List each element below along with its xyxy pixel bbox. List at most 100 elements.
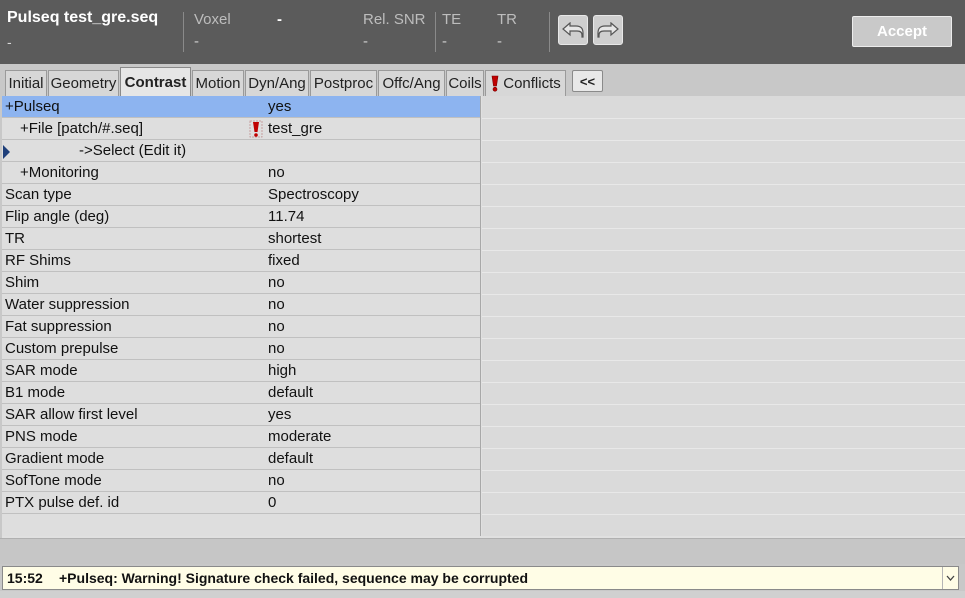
grid-line — [482, 338, 965, 339]
param-value[interactable]: shortest — [268, 230, 321, 247]
grid-line — [482, 118, 965, 119]
grid-line — [482, 184, 965, 185]
param-row-flip-angle[interactable]: Flip angle (deg) 11.74 — [2, 206, 480, 228]
te-label: TE — [442, 11, 462, 28]
param-value[interactable]: no — [268, 472, 285, 489]
voxel-label: Voxel — [194, 11, 231, 28]
param-value[interactable]: no — [268, 340, 285, 357]
param-label: TR — [5, 230, 25, 247]
redo-arrow-icon — [597, 22, 619, 38]
param-value[interactable]: no — [268, 164, 285, 181]
param-row-pulseq[interactable]: +Pulseq yes — [2, 96, 480, 118]
grid-line — [482, 272, 965, 273]
param-value[interactable]: no — [268, 318, 285, 335]
param-row-custom-prepulse[interactable]: Custom prepulse no — [2, 338, 480, 360]
param-value[interactable]: yes — [268, 98, 291, 115]
param-value[interactable]: 11.74 — [268, 208, 304, 225]
grid-line — [482, 250, 965, 251]
param-value[interactable]: default — [268, 384, 313, 401]
tab-contrast[interactable]: Contrast — [120, 67, 191, 96]
param-label: Water suppression — [5, 296, 130, 313]
grid-line — [482, 162, 965, 163]
param-value[interactable]: yes — [268, 406, 291, 423]
param-value[interactable]: 0 — [268, 494, 276, 511]
tab-label: Contrast — [124, 73, 187, 91]
undo-button[interactable] — [558, 15, 588, 45]
param-row-scan-type[interactable]: Scan type Spectroscopy — [2, 184, 480, 206]
tab-label: Dyn/Ang — [248, 75, 306, 92]
te-sub: - — [442, 33, 447, 50]
tr-sub: - — [497, 33, 502, 50]
param-label: PNS mode — [5, 428, 78, 445]
tab-label: Initial — [8, 75, 44, 92]
grid-line — [482, 470, 965, 471]
header-bar: Pulseq test_gre.seq - Voxel - - Rel. SNR… — [0, 0, 965, 64]
param-row-monitoring[interactable]: +Monitoring no — [2, 162, 480, 184]
parameter-list: +Pulseq yes +File [patch/#.seq] test_gre… — [2, 96, 481, 536]
param-row-ptx-pulse-def-id[interactable]: PTX pulse def. id 0 — [2, 492, 480, 514]
param-row-sar-allow-first-level[interactable]: SAR allow first level yes — [2, 404, 480, 426]
status-time: 15:52 — [7, 570, 43, 586]
voxel-value: - — [277, 11, 282, 28]
param-value[interactable]: test_gre — [268, 120, 322, 137]
tab-label: Postproc — [313, 75, 374, 92]
voxel-sub: - — [194, 33, 199, 50]
window-bottom-edge — [0, 591, 965, 598]
tab-initial[interactable]: Initial — [5, 70, 47, 96]
tab-offc-ang[interactable]: Offc/Ang — [378, 70, 445, 96]
tab-postproc[interactable]: Postproc — [310, 70, 377, 96]
warning-icon — [491, 75, 499, 92]
param-row-file[interactable]: +File [patch/#.seq] test_gre — [2, 118, 480, 140]
param-label: SAR allow first level — [5, 406, 138, 423]
exam-card-window: Pulseq test_gre.seq - Voxel - - Rel. SNR… — [0, 0, 965, 598]
tab-coils[interactable]: Coils — [446, 70, 484, 96]
header-divider — [183, 12, 184, 52]
warning-icon — [249, 120, 263, 138]
param-row-softone-mode[interactable]: SofTone mode no — [2, 470, 480, 492]
param-label: +Pulseq — [5, 98, 60, 115]
grid-line — [482, 316, 965, 317]
param-row-b1-mode[interactable]: B1 mode default — [2, 382, 480, 404]
grid-line — [482, 382, 965, 383]
param-value[interactable]: fixed — [268, 252, 300, 269]
param-row-tr[interactable]: TR shortest — [2, 228, 480, 250]
param-row-water-suppression[interactable]: Water suppression no — [2, 294, 480, 316]
collapse-panel-button[interactable]: << — [572, 70, 603, 92]
tab-dyn-ang[interactable]: Dyn/Ang — [245, 70, 309, 96]
tab-label: Offc/Ang — [382, 75, 441, 92]
tab-conflicts[interactable]: Conflicts — [485, 70, 566, 96]
param-label: +Monitoring — [20, 164, 99, 181]
tab-label: Geometry — [50, 75, 117, 92]
param-label: Scan type — [5, 186, 72, 203]
param-row-select[interactable]: ->Select (Edit it) — [2, 140, 480, 162]
snr-sub: - — [363, 33, 368, 50]
param-row-pns-mode[interactable]: PNS mode moderate — [2, 426, 480, 448]
param-label: Shim — [5, 274, 40, 291]
grid-line — [482, 448, 965, 449]
grid-line — [482, 404, 965, 405]
param-value[interactable]: default — [268, 450, 313, 467]
param-row-fat-suppression[interactable]: Fat suppression no — [2, 316, 480, 338]
tab-geometry[interactable]: Geometry — [48, 70, 119, 96]
redo-button[interactable] — [593, 15, 623, 45]
grid-line — [482, 140, 965, 141]
snr-label: Rel. SNR — [363, 11, 426, 28]
param-value[interactable]: no — [268, 274, 285, 291]
param-value[interactable]: no — [268, 296, 285, 313]
param-row-gradient-mode[interactable]: Gradient mode default — [2, 448, 480, 470]
tab-motion[interactable]: Motion — [192, 70, 244, 96]
param-value[interactable]: Spectroscopy — [268, 186, 359, 203]
accept-button[interactable]: Accept — [852, 16, 952, 47]
header-divider — [435, 12, 436, 52]
param-row-rf-shims[interactable]: RF Shims fixed — [2, 250, 480, 272]
undo-arrow-icon — [562, 22, 584, 38]
param-label: B1 mode — [5, 384, 66, 401]
param-label: +File [patch/#.seq] — [20, 120, 143, 137]
param-value[interactable]: moderate — [268, 428, 331, 445]
panel-footer — [0, 538, 965, 564]
param-value[interactable]: high — [268, 362, 296, 379]
status-dropdown-button[interactable] — [942, 567, 958, 589]
tab-bar: Initial Geometry Contrast Motion Dyn/Ang… — [0, 64, 965, 96]
param-row-sar-mode[interactable]: SAR mode high — [2, 360, 480, 382]
param-row-shim[interactable]: Shim no — [2, 272, 480, 294]
